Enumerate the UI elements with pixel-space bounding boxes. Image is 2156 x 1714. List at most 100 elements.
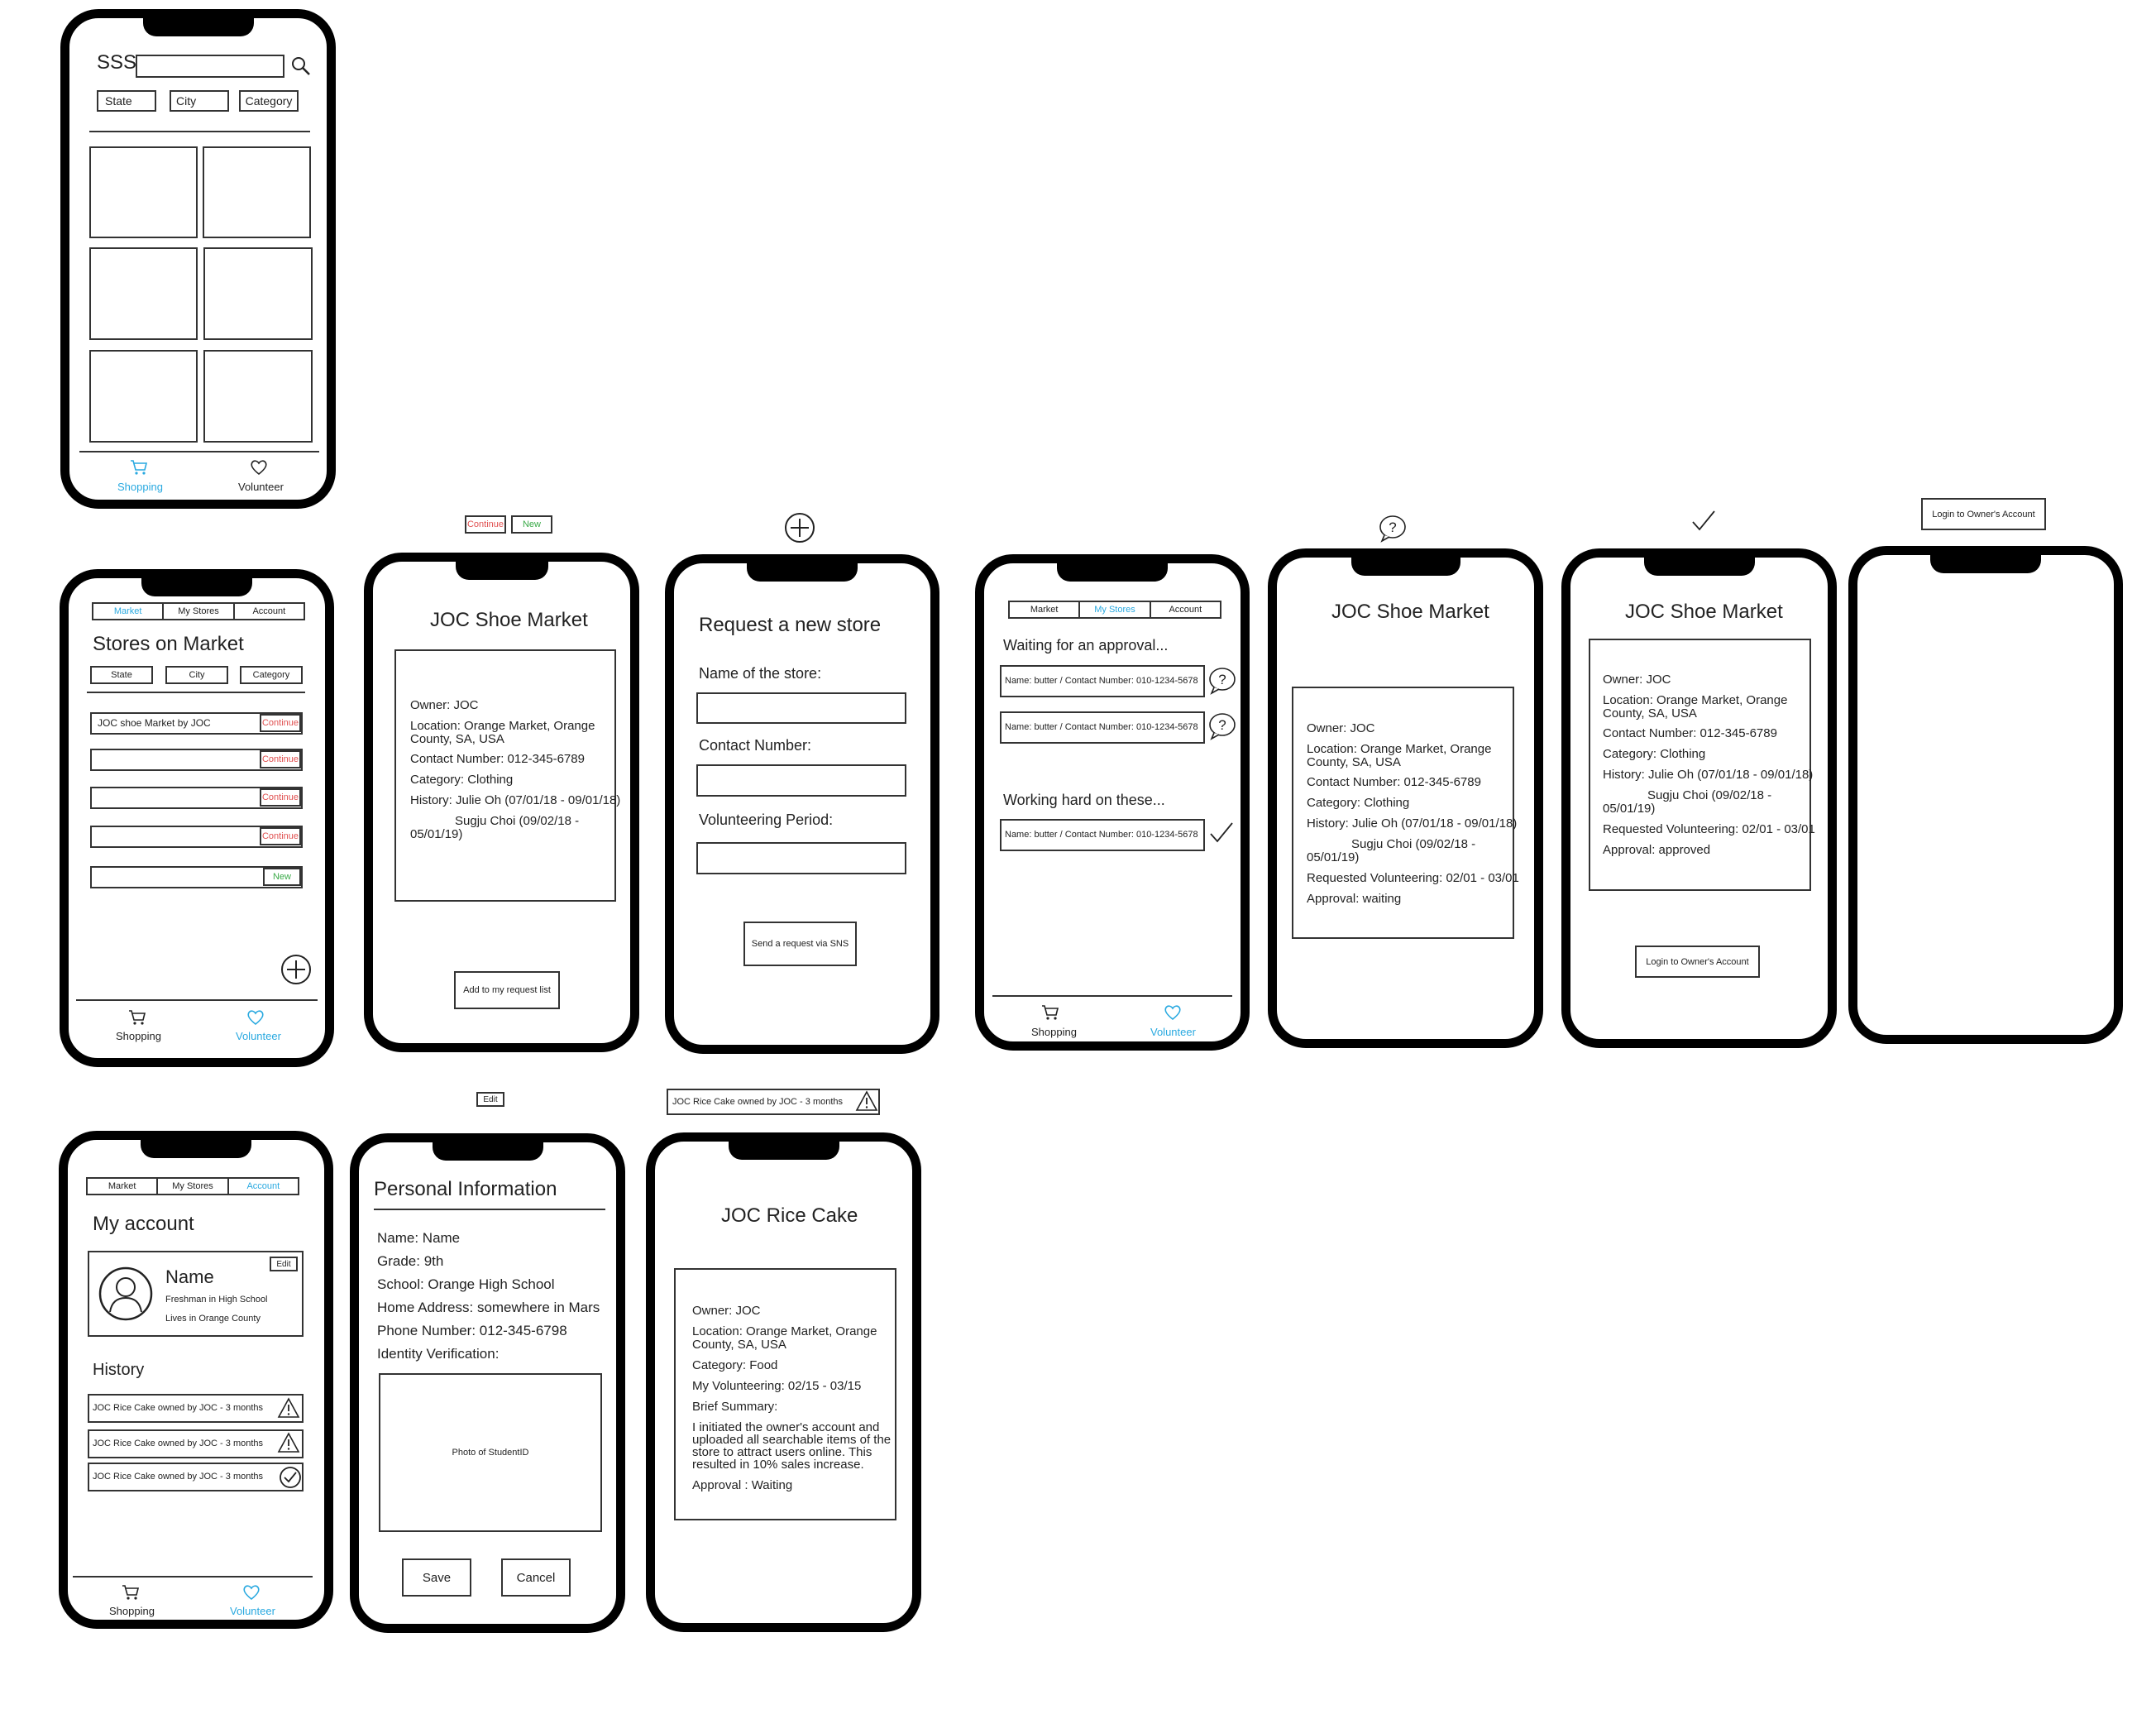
filter-state[interactable]: State	[90, 666, 153, 684]
info-line: Contact Number: 012-345-6789	[410, 752, 585, 766]
tab-account[interactable]: Account	[1151, 602, 1220, 617]
product-tile[interactable]	[203, 146, 311, 238]
tab-my-stores[interactable]: My Stores	[158, 1179, 229, 1194]
add-circle-icon[interactable]	[280, 954, 312, 985]
tab-market[interactable]: Market	[1010, 602, 1081, 617]
nav-shopping[interactable]: Shopping	[117, 481, 163, 493]
info-line: Contact Number: 012-345-6789	[1307, 775, 1481, 789]
profile-name: Name	[165, 1266, 214, 1287]
checkmark-icon[interactable]	[1209, 821, 1234, 845]
store-name-input[interactable]	[696, 692, 906, 724]
product-tile[interactable]	[203, 350, 313, 443]
info-line: Contact Number: 012-345-6789	[1603, 726, 1777, 740]
tab-account[interactable]: Account	[235, 604, 304, 619]
approval-status: Approval: waiting	[1307, 892, 1402, 906]
label-period: Volunteering Period:	[699, 812, 834, 828]
store-title: JOC Shoe Market	[430, 609, 588, 631]
approval-status: Approval: approved	[1603, 843, 1711, 857]
nav-volunteer[interactable]: Volunteer	[230, 1605, 275, 1617]
filter-state[interactable]: State	[97, 90, 156, 112]
info-line: Category: Clothing	[1307, 796, 1410, 810]
tab-my-stores[interactable]: My Stores	[1080, 602, 1151, 617]
cancel-button[interactable]: Cancel	[501, 1558, 571, 1597]
question-bubble-icon[interactable]: ?	[1207, 712, 1237, 740]
login-owner-account-label: Login to Owner's Account	[1921, 498, 2046, 530]
volunteering-period-input[interactable]	[696, 842, 906, 874]
profile-subtitle: Freshman in High School	[165, 1295, 268, 1305]
request-row-text: Name: butter / Contact Number: 010-1234-…	[1005, 676, 1198, 686]
heart-icon[interactable]	[242, 1584, 261, 1601]
info-line: 05/01/19)	[1307, 850, 1360, 864]
info-line: 05/01/19)	[410, 827, 463, 841]
cart-icon[interactable]	[128, 1009, 146, 1026]
filter-category[interactable]: Category	[239, 90, 299, 112]
heart-icon[interactable]	[250, 459, 268, 476]
product-tile[interactable]	[89, 146, 198, 238]
info-line: County, SA, USA	[1307, 755, 1401, 769]
nav-shopping[interactable]: Shopping	[109, 1605, 155, 1617]
history-item-text: JOC Rice Cake owned by JOC - 3 months	[672, 1097, 844, 1107]
info-line: Location: Orange Market, Orange	[692, 1324, 877, 1338]
product-tile[interactable]	[203, 247, 313, 340]
filter-city[interactable]: City	[170, 90, 229, 112]
nav-volunteer[interactable]: Volunteer	[238, 481, 284, 493]
page-title: My account	[93, 1213, 194, 1235]
page-title: Request a new store	[699, 614, 882, 636]
info-address: Home Address: somewhere in Mars	[377, 1300, 600, 1315]
new-button[interactable]: New	[263, 868, 301, 886]
history-item-text: JOC Rice Cake owned by JOC - 3 months	[93, 1403, 264, 1413]
info-line: History: Julie Oh (07/01/18 - 09/01/18)	[1307, 816, 1518, 831]
search-icon[interactable]	[291, 56, 311, 76]
product-tile[interactable]	[89, 247, 198, 340]
tab-my-stores[interactable]: My Stores	[164, 604, 235, 619]
heart-icon[interactable]	[1164, 1004, 1182, 1021]
nav-shopping[interactable]: Shopping	[1031, 1026, 1077, 1038]
send-request-button[interactable]: Send a request via SNS	[743, 922, 857, 966]
add-to-request-list-button[interactable]: Add to my request list	[454, 971, 560, 1009]
store-title: JOC Shoe Market	[1331, 601, 1489, 623]
filter-city[interactable]: City	[165, 666, 228, 684]
contact-number-input[interactable]	[696, 764, 906, 797]
checkmark-icon	[1692, 510, 1715, 531]
profile-location: Lives in Orange County	[165, 1314, 261, 1324]
question-bubble-icon[interactable]: ?	[1207, 667, 1237, 695]
svg-text:?: ?	[1218, 672, 1226, 687]
warning-icon	[277, 1397, 300, 1418]
continue-button[interactable]: Continue	[260, 827, 301, 845]
tab-market[interactable]: Market	[93, 604, 165, 619]
info-line: Requested Volunteering: 02/01 - 03/01	[1603, 822, 1815, 836]
login-owner-account-button[interactable]: Login to Owner's Account	[1635, 946, 1760, 978]
filter-category[interactable]: Category	[240, 666, 303, 684]
continue-button[interactable]: Continue	[260, 788, 301, 807]
student-id-photo[interactable]: Photo of StudentID	[379, 1373, 602, 1532]
info-line: Location: Orange Market, Orange	[410, 719, 595, 733]
heart-icon[interactable]	[246, 1009, 265, 1026]
search-input[interactable]	[136, 55, 284, 78]
top-tabs: Market My Stores Account	[86, 1177, 299, 1195]
nav-shopping[interactable]: Shopping	[116, 1030, 161, 1042]
phone-screen-owner-account	[1848, 546, 2123, 1044]
avatar-icon	[98, 1266, 153, 1321]
nav-volunteer[interactable]: Volunteer	[1150, 1026, 1196, 1038]
tab-market[interactable]: Market	[88, 1179, 159, 1194]
info-grade: Grade: 9th	[377, 1253, 444, 1269]
summary-line: store to attract users online. This	[692, 1445, 872, 1459]
continue-button[interactable]: Continue	[260, 714, 301, 732]
nav-volunteer[interactable]: Volunteer	[236, 1030, 281, 1042]
info-line: Sugju Choi (09/02/18 -	[1351, 837, 1476, 851]
info-phone: Phone Number: 012-345-6798	[377, 1323, 567, 1338]
tab-account[interactable]: Account	[229, 1179, 298, 1194]
page-title: Personal Information	[374, 1178, 557, 1200]
title-underline	[374, 1209, 605, 1210]
cart-icon[interactable]	[122, 1584, 140, 1601]
save-button[interactable]: Save	[402, 1558, 471, 1597]
product-tile[interactable]	[89, 350, 198, 443]
info-line: 05/01/19)	[1603, 802, 1656, 816]
info-identity-label: Identity Verification:	[377, 1346, 500, 1362]
continue-button[interactable]: Continue	[260, 750, 301, 768]
edit-button[interactable]: Edit	[270, 1257, 298, 1271]
cart-icon[interactable]	[1041, 1004, 1059, 1021]
info-line: My Volunteering: 02/15 - 03/15	[692, 1379, 862, 1393]
bottom-nav-divider	[73, 1576, 313, 1578]
cart-icon[interactable]	[130, 459, 148, 476]
